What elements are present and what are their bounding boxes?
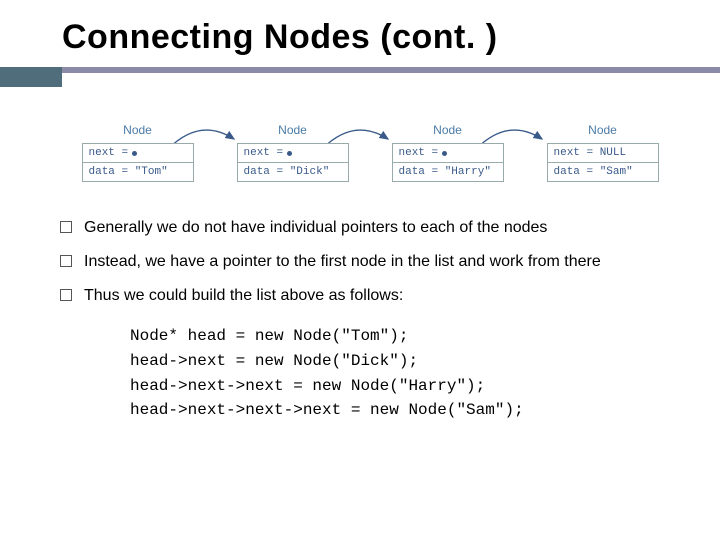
node-0: Node next = data = "Tom" [82,123,194,182]
node-3: Node next = NULL data = "Sam" [547,123,659,182]
underline-bar [62,67,720,73]
underline-accent [0,67,62,87]
node-box: next = data = "Dick" [237,143,349,182]
node-2: Node next = data = "Harry" [392,123,504,182]
linked-list-diagram: Node next = data = "Tom" Node next = dat… [0,87,720,206]
node-next-field: next = NULL [548,144,658,163]
node-next-field: next = [393,144,503,163]
node-type-label: Node [433,123,462,137]
node-data-field: data = "Dick" [238,163,348,181]
node-type-label: Node [278,123,307,137]
node-data-field: data = "Sam" [548,163,658,181]
bullet-list: Generally we do not have individual poin… [0,206,720,308]
node-box: next = NULL data = "Sam" [547,143,659,182]
node-box: next = data = "Tom" [82,143,194,182]
bullet-item: Thus we could build the list above as fo… [60,284,670,308]
node-data-field: data = "Harry" [393,163,503,181]
node-type-label: Node [588,123,617,137]
pointer-dot-icon [442,151,447,156]
node-next-field: next = [238,144,348,163]
slide-title: Connecting Nodes (cont. ) [0,0,720,67]
node-type-label: Node [123,123,152,137]
title-underline [0,67,720,87]
node-next-field: next = [83,144,193,163]
pointer-dot-icon [132,151,137,156]
pointer-dot-icon [287,151,292,156]
node-box: next = data = "Harry" [392,143,504,182]
code-block: Node* head = new Node("Tom"); head->next… [0,318,720,423]
bullet-item: Instead, we have a pointer to the first … [60,250,670,274]
bullet-item: Generally we do not have individual poin… [60,216,670,240]
node-1: Node next = data = "Dick" [237,123,349,182]
node-data-field: data = "Tom" [83,163,193,181]
